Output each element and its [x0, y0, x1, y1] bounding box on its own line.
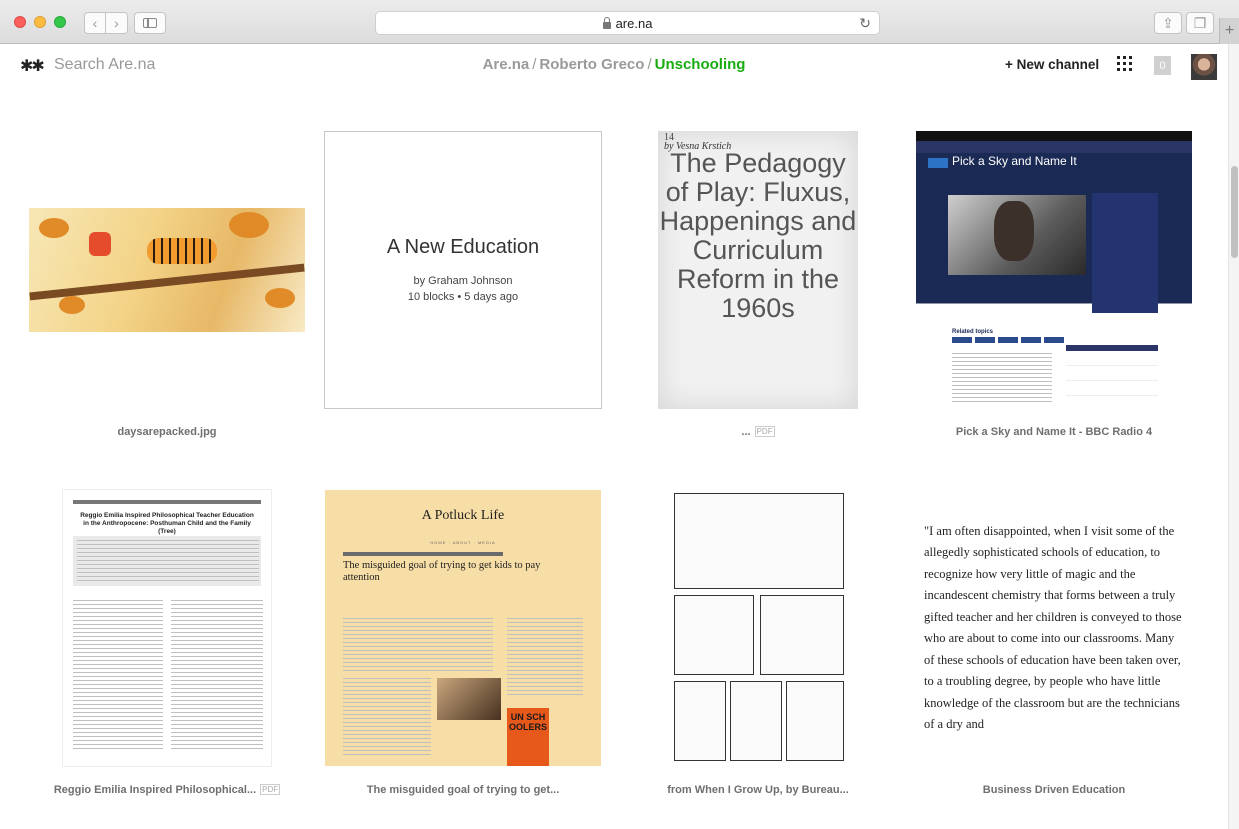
zoom-window-button[interactable] — [54, 16, 66, 28]
page-scrollbar[interactable] — [1228, 44, 1239, 829]
address-bar[interactable]: are.na ↻ — [375, 11, 880, 35]
grid-view-icon[interactable] — [1117, 56, 1132, 71]
share-button[interactable]: ⇪ — [1154, 12, 1182, 34]
chevron-right-icon: › — [114, 15, 119, 31]
url-text: are.na — [615, 15, 653, 31]
pdf-thumbnail: Reggio Emilia Inspired Philosophical Tea… — [62, 489, 272, 767]
back-button[interactable]: ‹ — [84, 12, 106, 34]
pdf-thumbnail: 14 by Vesna Krstich The Pedagogy of Play… — [658, 131, 858, 409]
block-caption[interactable]: Pick a Sky and Name It - BBC Radio 4 — [914, 426, 1194, 438]
minimize-window-button[interactable] — [34, 16, 46, 28]
pdf-cover-title: The Pedagogy of Play: Fluxus, Happenings… — [659, 148, 857, 323]
breadcrumb-arena[interactable]: Are.na — [483, 56, 530, 73]
channel-meta: 10 blocks • 5 days ago — [407, 290, 519, 303]
pdf-icon: PDF — [260, 784, 281, 795]
close-window-button[interactable] — [14, 16, 26, 28]
block-caption[interactable]: ... PDF — [618, 426, 898, 438]
user-avatar[interactable] — [1191, 54, 1217, 80]
sidebar-icon — [143, 18, 157, 28]
block-caption[interactable]: Business Driven Education — [914, 784, 1194, 796]
block-caption[interactable]: The misguided goal of trying to get... — [323, 784, 603, 796]
breadcrumb-user[interactable]: Roberto Greco — [539, 56, 644, 73]
tab-overview-button[interactable]: ❐ — [1186, 12, 1214, 34]
forward-button[interactable]: › — [106, 12, 128, 34]
channel-title: A New Education — [386, 235, 540, 258]
window-controls — [14, 16, 66, 28]
comic-thumbnail — [668, 489, 848, 767]
lock-icon — [602, 16, 611, 29]
sidebar-toggle-button[interactable] — [134, 12, 166, 34]
chevron-left-icon: ‹ — [92, 15, 98, 31]
channel-author: by Graham Johnson — [413, 274, 513, 287]
browser-toolbar: ‹ › are.na ↻ ⇪ ❐ + — [0, 0, 1239, 44]
tabs-icon: ❐ — [1193, 14, 1207, 31]
pdf-icon: PDF — [754, 426, 775, 437]
app-header: ✱✱ Are.na/Roberto Greco/Unschooling + Ne… — [0, 44, 1228, 90]
notification-badge[interactable]: 0 — [1154, 56, 1171, 75]
share-icon: ⇪ — [1162, 14, 1174, 31]
block-caption[interactable]: Reggio Emilia Inspired Philosophical... P… — [27, 784, 307, 796]
link-screenshot: A Potluck Life HOME · ABOUT · MEDIA The … — [325, 490, 601, 766]
block-caption[interactable]: daysarepacked.jpg — [27, 426, 307, 438]
reload-icon[interactable]: ↻ — [859, 15, 871, 32]
breadcrumb-channel[interactable]: Unschooling — [655, 56, 746, 73]
quote-text: "I am often disappointed, when I visit s… — [924, 523, 1182, 732]
new-tab-button[interactable]: + — [1219, 18, 1239, 44]
plus-icon: + — [1224, 22, 1235, 39]
link-screenshot: Pick a Sky and Name It Related topics — [916, 131, 1192, 409]
history-nav: ‹ › — [84, 12, 128, 34]
block-image-thumbnail — [29, 208, 305, 332]
scrollbar-thumb[interactable] — [1231, 166, 1238, 258]
new-channel-button[interactable]: + New channel — [1005, 57, 1099, 72]
channel-card: A New Education by Graham Johnson 10 blo… — [324, 131, 602, 409]
block-caption[interactable]: from When I Grow Up, by Bureau... — [618, 784, 898, 796]
